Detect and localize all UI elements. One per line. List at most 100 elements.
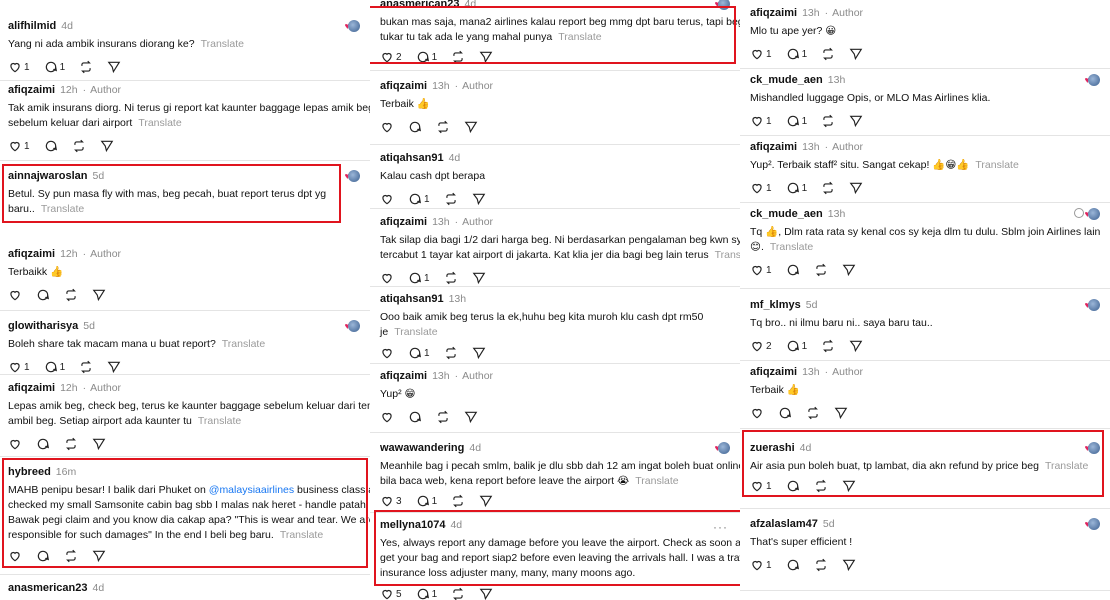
translate-link[interactable]: Translate (635, 475, 678, 487)
like-button[interactable]: 1 (8, 60, 30, 74)
reply-button[interactable]: 1 (786, 181, 807, 195)
repost-button[interactable] (444, 346, 458, 360)
like-button[interactable] (380, 346, 394, 360)
share-button[interactable] (842, 558, 856, 572)
reply-button[interactable]: 1 (408, 346, 430, 360)
like-button[interactable] (8, 549, 22, 563)
like-button[interactable] (8, 288, 22, 302)
username[interactable]: mellyna1074 (380, 519, 445, 531)
translate-link[interactable]: Translate (41, 203, 84, 215)
translate-link[interactable]: Translate (198, 415, 241, 427)
username[interactable]: afzalaslam47 (750, 518, 818, 530)
translate-link[interactable]: Translate (222, 338, 265, 350)
like-button[interactable]: 1 (8, 360, 30, 374)
repost-button[interactable] (79, 360, 93, 374)
reply-button[interactable]: 1 (416, 494, 437, 508)
username[interactable]: afiqzaimi (380, 80, 427, 92)
share-button[interactable] (479, 50, 493, 64)
username[interactable]: glowitharisya (8, 320, 78, 332)
translate-link[interactable]: Translate (201, 38, 244, 50)
username[interactable]: anasmerican23 (8, 582, 88, 594)
share-button[interactable] (92, 549, 106, 563)
mention-link[interactable]: @malaysiaairlines (209, 484, 294, 496)
share-button[interactable] (92, 437, 106, 451)
repost-button[interactable] (64, 437, 78, 451)
reply-button[interactable]: 1 (408, 271, 430, 285)
like-button[interactable] (8, 437, 22, 451)
username[interactable]: afiqzaimi (750, 141, 797, 153)
username[interactable]: afiqzaimi (8, 382, 55, 394)
share-button[interactable] (472, 346, 486, 360)
like-button[interactable]: 1 (750, 558, 772, 572)
share-button[interactable] (107, 360, 121, 374)
share-button[interactable] (849, 114, 863, 128)
reply-button[interactable]: 1 (44, 60, 65, 74)
like-button[interactable]: 1 (750, 47, 772, 61)
repost-button[interactable] (64, 549, 78, 563)
reply-button[interactable] (408, 120, 422, 134)
reply-button[interactable]: 1 (408, 192, 430, 206)
repost-button[interactable] (821, 339, 835, 353)
repost-button[interactable] (814, 479, 828, 493)
username[interactable]: afiqzaimi (750, 366, 797, 378)
reply-button[interactable] (778, 406, 792, 420)
username[interactable]: mf_klmys (750, 299, 801, 311)
translate-link[interactable]: Translate (558, 31, 601, 43)
like-button[interactable]: 1 (750, 181, 772, 195)
repost-button[interactable] (72, 139, 86, 153)
username[interactable]: ck_mude_aen (750, 74, 823, 86)
username[interactable]: zuerashi (750, 442, 795, 454)
repost-button[interactable] (444, 192, 458, 206)
username[interactable]: afiqzaimi (8, 84, 55, 96)
repost-button[interactable] (821, 181, 835, 195)
translate-link[interactable]: Translate (1045, 460, 1088, 472)
repost-button[interactable] (821, 114, 835, 128)
repost-button[interactable] (451, 494, 465, 508)
share-button[interactable] (92, 288, 106, 302)
reply-button[interactable] (36, 288, 50, 302)
repost-button[interactable] (806, 406, 820, 420)
reply-button[interactable] (36, 549, 50, 563)
share-button[interactable] (464, 410, 478, 424)
reply-button[interactable] (786, 479, 800, 493)
reply-button[interactable]: 1 (416, 50, 437, 64)
username[interactable]: atiqahsan91 (380, 293, 444, 305)
username[interactable]: hybreed (8, 466, 51, 478)
repost-button[interactable] (814, 263, 828, 277)
username[interactable]: wawawandering (380, 442, 464, 454)
like-button[interactable]: 1 (750, 263, 772, 277)
like-button[interactable] (380, 192, 394, 206)
translate-link[interactable]: Translate (975, 159, 1018, 171)
share-button[interactable] (464, 120, 478, 134)
username[interactable]: afiqzaimi (8, 248, 55, 260)
like-button[interactable]: 2 (380, 50, 402, 64)
share-button[interactable] (849, 181, 863, 195)
share-button[interactable] (849, 339, 863, 353)
repost-button[interactable] (444, 271, 458, 285)
like-button[interactable] (380, 410, 394, 424)
repost-button[interactable] (451, 50, 465, 64)
username[interactable]: atiqahsan91 (380, 152, 444, 164)
share-button[interactable] (472, 192, 486, 206)
share-button[interactable] (479, 494, 493, 508)
username[interactable]: afiqzaimi (380, 370, 427, 382)
reply-button[interactable]: 1 (786, 47, 807, 61)
username[interactable]: ck_mude_aen (750, 208, 823, 220)
translate-link[interactable]: Translate (138, 117, 181, 129)
repost-button[interactable] (64, 288, 78, 302)
repost-button[interactable] (436, 120, 450, 134)
reply-button[interactable] (36, 437, 50, 451)
share-button[interactable] (834, 406, 848, 420)
reply-button[interactable] (44, 139, 58, 153)
share-button[interactable] (472, 271, 486, 285)
share-button[interactable] (479, 587, 493, 600)
repost-button[interactable] (814, 558, 828, 572)
reply-button[interactable] (786, 558, 800, 572)
like-button[interactable]: 3 (380, 494, 402, 508)
translate-link[interactable]: Translate (715, 249, 740, 261)
username[interactable]: anasmerican23 (380, 0, 460, 10)
share-button[interactable] (100, 139, 114, 153)
hidden-icon[interactable] (1074, 208, 1084, 218)
like-button[interactable]: 1 (750, 114, 772, 128)
like-button[interactable] (380, 120, 394, 134)
